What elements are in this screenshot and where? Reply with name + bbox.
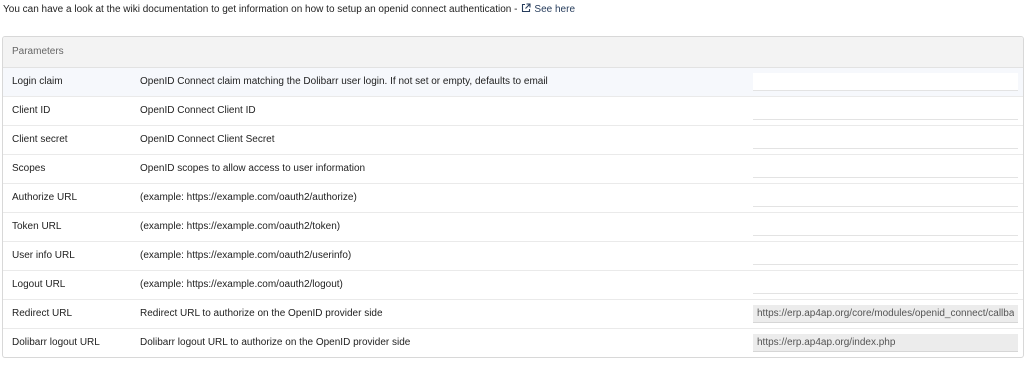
parameter-input[interactable]	[753, 73, 1018, 91]
parameter-label: Token URL	[12, 221, 62, 232]
intro-text: You can have a look at the wiki document…	[3, 4, 518, 15]
parameter-row: Client secret OpenID Connect Client Secre…	[3, 126, 1023, 155]
parameter-description: Redirect URL to authorize on the OpenID …	[140, 308, 383, 319]
parameter-description: OpenID Connect claim matching the Doliba…	[140, 76, 548, 87]
parameter-input[interactable]	[753, 102, 1018, 120]
parameter-input[interactable]	[753, 276, 1018, 294]
parameter-row: Scopes OpenID scopes to allow access to u…	[3, 155, 1023, 184]
external-link-icon	[522, 3, 531, 13]
parameter-row: Logout URL (example: https://example.com/…	[3, 271, 1023, 300]
parameter-label: Dolibarr logout URL	[12, 337, 100, 348]
parameter-row: Client ID OpenID Connect Client ID	[3, 97, 1023, 126]
parameter-row: Token URL (example: https://example.com/o…	[3, 213, 1023, 242]
parameters-header: Parameters	[3, 37, 1023, 68]
intro-text-line: You can have a look at the wiki document…	[3, 3, 575, 17]
parameter-description: OpenID scopes to allow access to user in…	[140, 163, 366, 174]
parameter-description: Dolibarr logout URL to authorize on the …	[140, 337, 411, 348]
parameters-rows: Login claim OpenID Connect claim matching…	[3, 68, 1023, 357]
parameter-row: Dolibarr logout URL Dolibarr logout URL t…	[3, 329, 1023, 357]
parameter-input[interactable]	[753, 247, 1018, 265]
parameter-label: Scopes	[12, 163, 46, 174]
parameter-input[interactable]	[753, 189, 1018, 207]
parameter-description: (example: https://example.com/oauth2/tok…	[140, 221, 341, 232]
parameter-input[interactable]	[753, 131, 1018, 149]
parameter-description: (example: https://example.com/oauth2/log…	[140, 279, 343, 290]
parameter-row: Redirect URL Redirect URL to authorize on…	[3, 300, 1023, 329]
readonly-url-field[interactable]	[753, 334, 1018, 352]
parameter-row: Login claim OpenID Connect claim matching…	[3, 68, 1023, 97]
parameter-label: Client secret	[12, 134, 68, 145]
parameter-label: Authorize URL	[12, 192, 78, 203]
parameter-row: User info URL (example: https://example.c…	[3, 242, 1023, 271]
parameter-label: Client ID	[12, 105, 51, 116]
parameter-input[interactable]	[753, 160, 1018, 178]
parameter-input[interactable]	[753, 218, 1018, 236]
parameter-description: (example: https://example.com/oauth2/aut…	[140, 192, 357, 203]
parameter-label: Logout URL	[12, 279, 66, 290]
parameter-row: Authorize URL (example: https://example.c…	[3, 184, 1023, 213]
parameter-description: OpenID Connect Client Secret	[140, 134, 275, 145]
parameter-label: Login claim	[12, 76, 63, 87]
see-here-link[interactable]: See here	[521, 3, 576, 15]
parameters-panel: Parameters Login claim OpenID Connect cla…	[2, 36, 1024, 358]
parameter-label: User info URL	[12, 250, 75, 261]
parameter-description: OpenID Connect Client ID	[140, 105, 256, 116]
see-here-label: See here	[534, 4, 576, 15]
parameter-description: (example: https://example.com/oauth2/use…	[140, 250, 352, 261]
readonly-url-field[interactable]	[753, 305, 1018, 323]
parameter-label: Redirect URL	[12, 308, 73, 319]
